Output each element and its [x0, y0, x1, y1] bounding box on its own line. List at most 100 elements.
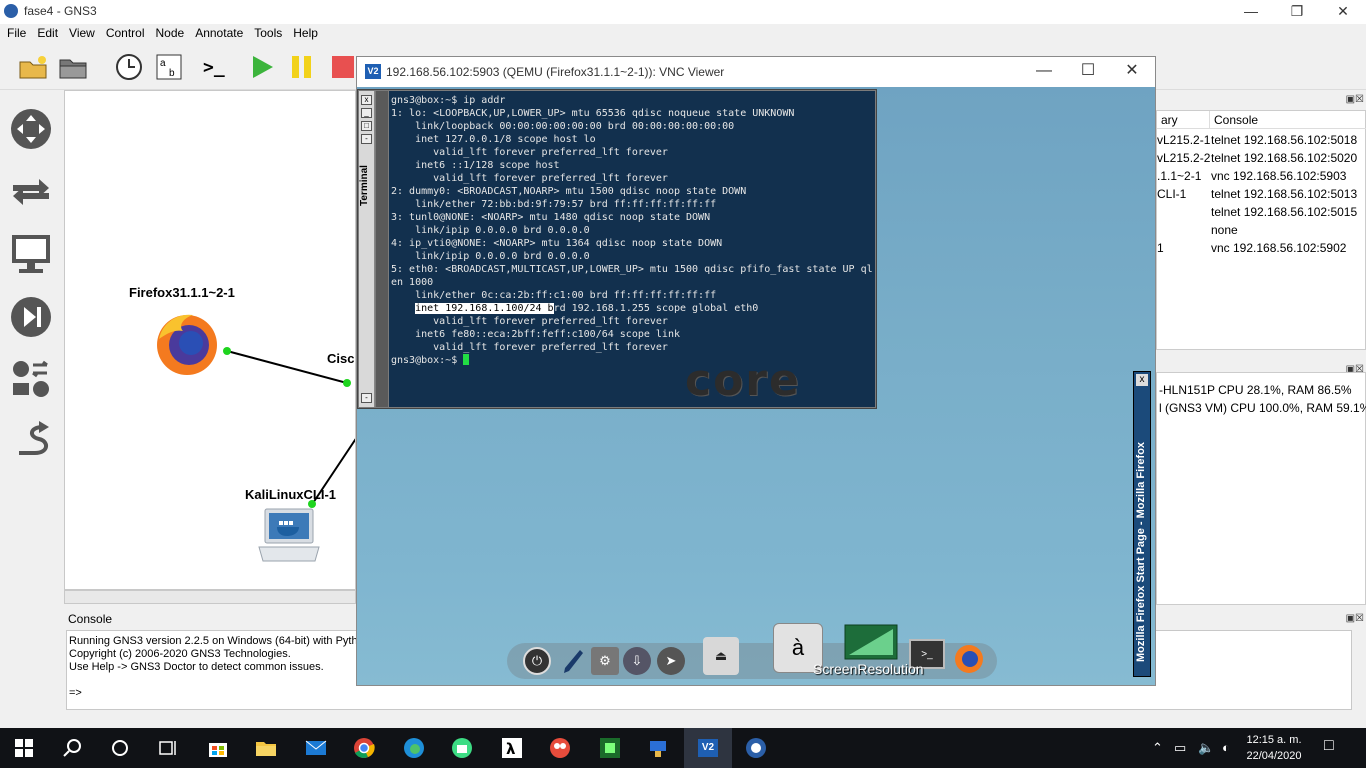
- topology-summary-table: ary Console vL215.2-1 telnet 192.168.56.1…: [1156, 110, 1366, 350]
- terminal-output[interactable]: gns3@box:~$ ip addr 1: lo: <LOOPBACK,UP,L…: [389, 91, 875, 407]
- table-row[interactable]: none: [1157, 221, 1366, 239]
- vnc-viewer-window[interactable]: V2 192.168.56.102:5903 (QEMU (Firefox31.…: [356, 56, 1156, 686]
- tinycore-logo: core: [685, 355, 801, 406]
- console-title: Console: [68, 612, 113, 626]
- switches-icon[interactable]: [8, 168, 54, 214]
- windows-taskbar: λ V2 ⌃ ▭ 🔈 ◐ 12:15 a. m. 22/04/2020 □: [0, 728, 1366, 768]
- store-icon[interactable]: [194, 728, 242, 768]
- table-row[interactable]: .1.1~2-1 vnc 192.168.56.102:5903: [1157, 167, 1366, 185]
- canvas-horizontal-scrollbar[interactable]: [64, 590, 356, 604]
- snapshot-clock-icon[interactable]: [112, 50, 146, 84]
- security-devices-icon[interactable]: [8, 294, 54, 340]
- vnc-maximize-button[interactable]: ☐: [1065, 57, 1111, 87]
- search-icon[interactable]: [48, 728, 96, 768]
- show-interface-labels-icon[interactable]: ab: [152, 50, 186, 84]
- minimize-button[interactable]: —: [1228, 0, 1274, 24]
- vnc-viewer-taskbar-button[interactable]: V2: [684, 728, 732, 768]
- end-devices-icon[interactable]: [8, 230, 54, 276]
- all-devices-icon[interactable]: [8, 356, 54, 402]
- file-explorer-icon[interactable]: [242, 728, 290, 768]
- vnc-close-button[interactable]: ✕: [1109, 57, 1155, 87]
- console-dock-float-close-icons[interactable]: ▣☒: [1346, 613, 1364, 624]
- menu-control[interactable]: Control: [102, 24, 149, 42]
- menu-node[interactable]: Node: [152, 24, 189, 42]
- screen-resolution-icon[interactable]: [843, 623, 899, 663]
- table-row[interactable]: 1 vnc 192.168.56.102:5902: [1157, 239, 1366, 257]
- volume-icon[interactable]: 🔈: [1198, 740, 1214, 756]
- summary-col-console: Console: [1209, 111, 1366, 129]
- network-app-icon[interactable]: [634, 728, 682, 768]
- terminal-shade-icon[interactable]: -: [361, 134, 372, 144]
- gns3-app-icon: [4, 4, 18, 18]
- clock-date: 22/04/2020: [1246, 750, 1302, 762]
- editor-pen-icon[interactable]: [559, 647, 587, 675]
- svg-text:λ: λ: [506, 740, 516, 758]
- menu-view[interactable]: View: [65, 24, 99, 42]
- run-app-icon[interactable]: ➤: [657, 647, 685, 675]
- mount-tool-icon[interactable]: ⏏: [703, 637, 739, 675]
- close-button[interactable]: ✕: [1320, 0, 1366, 24]
- mail-icon[interactable]: [292, 728, 340, 768]
- tray-overflow-icon[interactable]: ⌃: [1152, 740, 1163, 756]
- server-resource-line: l (GNS3 VM) CPU 100.0%, RAM 59.1%: [1159, 401, 1366, 415]
- stop-all-icon[interactable]: [326, 50, 360, 84]
- notifications-icon[interactable]: □: [1324, 737, 1334, 755]
- suspend-all-icon[interactable]: [284, 50, 318, 84]
- menu-help[interactable]: Help: [289, 24, 322, 42]
- circuit-app-icon[interactable]: [586, 728, 634, 768]
- table-row[interactable]: CLI-1 telnet 192.168.56.102:5013: [1157, 185, 1366, 203]
- terminal-scrollbar[interactable]: [376, 91, 388, 407]
- start-button[interactable]: [0, 728, 48, 768]
- kali-node-icon[interactable]: [257, 505, 321, 570]
- firefox-node-icon[interactable]: [153, 309, 221, 380]
- menu-tools[interactable]: Tools: [250, 24, 286, 42]
- firefox-minimized-panel[interactable]: x Mozilla Firefox Start Page - Mozilla F…: [1133, 371, 1151, 677]
- android-studio-icon[interactable]: [438, 728, 486, 768]
- menu-edit[interactable]: Edit: [33, 24, 62, 42]
- control-panel-icon[interactable]: ⚙: [591, 647, 619, 675]
- clock-time: 12:15 a. m.: [1246, 734, 1302, 746]
- apps-browser-icon[interactable]: ⇩: [623, 647, 651, 675]
- terminal-iconify-icon[interactable]: -: [361, 393, 372, 403]
- task-view-icon[interactable]: [144, 728, 192, 768]
- firefox-panel-close-icon[interactable]: x: [1136, 374, 1148, 386]
- dock-float-close-icons[interactable]: ▣☒: [1346, 94, 1364, 105]
- open-project-icon[interactable]: [56, 50, 90, 84]
- terminal-side-tab: x _ □ - Terminal -: [359, 91, 375, 407]
- console-all-icon[interactable]: >_: [200, 50, 234, 84]
- firefox-launcher-icon[interactable]: [953, 643, 985, 675]
- new-project-icon[interactable]: [16, 50, 50, 84]
- cortana-icon[interactable]: [96, 728, 144, 768]
- tinycore-desktop[interactable]: x _ □ - Terminal - gns3@box:~$ ip addr 1:…: [357, 87, 1155, 685]
- edge-icon[interactable]: [390, 728, 438, 768]
- firefox-panel-title: Mozilla Firefox Start Page - Mozilla Fir…: [1135, 441, 1147, 662]
- table-row[interactable]: vL215.2-2 telnet 192.168.56.102:5020: [1157, 149, 1366, 167]
- gns3-window-title: fase4 - GNS3: [24, 4, 97, 18]
- battery-icon[interactable]: ▭: [1174, 740, 1186, 756]
- restore-button[interactable]: ❐: [1274, 0, 1320, 24]
- servers-summary-panel: -HLN151P CPU 28.1%, RAM 86.5% l (GNS3 VM…: [1156, 372, 1366, 605]
- menu-annotate[interactable]: Annotate: [191, 24, 247, 42]
- chrome-icon[interactable]: [340, 728, 388, 768]
- gns3-taskbar-button[interactable]: [732, 728, 780, 768]
- table-row[interactable]: telnet 192.168.56.102:5015: [1157, 203, 1366, 221]
- terminal-tab-label: Terminal: [359, 165, 370, 207]
- routers-icon[interactable]: [8, 106, 54, 152]
- selected-inet-text: inet 192.168.1.100/24 b: [415, 303, 554, 314]
- start-all-icon[interactable]: [244, 50, 278, 84]
- menu-file[interactable]: File: [3, 24, 30, 42]
- game-app-icon[interactable]: [536, 728, 584, 768]
- terminal-maximize-icon[interactable]: □: [361, 121, 372, 131]
- add-link-icon[interactable]: [8, 418, 54, 464]
- taskbar-clock[interactable]: 12:15 a. m. 22/04/2020: [1244, 732, 1304, 764]
- lambda-app-icon[interactable]: λ: [488, 728, 536, 768]
- terminal-close-icon[interactable]: x: [361, 95, 372, 105]
- vnc-minimize-button[interactable]: —: [1021, 57, 1067, 87]
- network-icon[interactable]: ◐: [1222, 740, 1230, 755]
- node-label-firefox: Firefox31.1.1~2-1: [129, 285, 235, 300]
- topology-canvas[interactable]: Firefox31.1.1~2-1 Cisco KaliLinuxCLI-1: [64, 90, 356, 590]
- exit-icon[interactable]: ⏻: [523, 647, 551, 675]
- table-row[interactable]: vL215.2-1 telnet 192.168.56.102:5018: [1157, 131, 1366, 149]
- terminal-minimize-icon[interactable]: _: [361, 108, 372, 118]
- svg-text:b: b: [169, 68, 175, 79]
